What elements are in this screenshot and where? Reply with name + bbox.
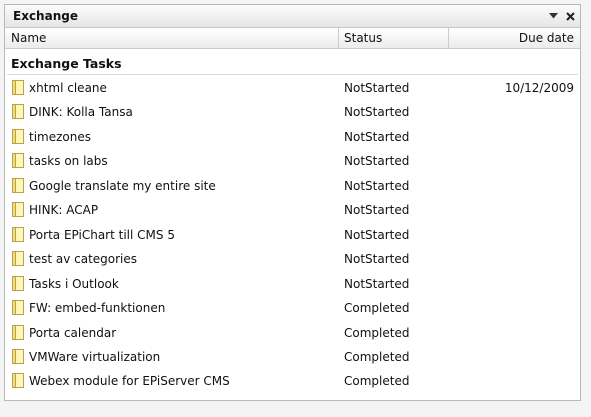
task-name: Google translate my entire site [29,178,216,193]
task-name: test av categories [29,252,138,267]
chevron-down-icon[interactable] [546,9,560,23]
task-status: Completed [344,349,410,364]
task-name: Porta EPiChart till CMS 5 [29,227,175,242]
task-status: NotStarted [344,252,410,267]
panel-title: Exchange [13,9,78,23]
table-row[interactable]: timezones NotStarted [5,125,580,149]
task-icon [12,153,24,171]
task-name: DINK: Kolla Tansa [29,105,133,120]
task-status: NotStarted [344,154,410,169]
table-row[interactable]: VMWare virtualization Completed [5,345,580,369]
task-icon [12,80,24,98]
task-due-date: 10/12/2009 [504,81,574,95]
task-status: Completed [344,325,410,340]
task-icon [12,373,24,391]
table-row[interactable]: Webex module for EPiServer CMS Completed [5,369,580,393]
group-divider [7,74,578,75]
title-bar: Exchange [5,5,580,28]
task-icon [12,128,24,147]
column-name-header[interactable]: Name [11,31,46,45]
task-icon [12,275,24,294]
table-row[interactable]: Tasks i Outlook NotStarted [5,272,580,296]
task-status: NotStarted [344,81,410,95]
task-name: Webex module for EPiServer CMS [29,374,230,389]
task-name: xhtml cleane [29,81,107,95]
task-icon [12,202,24,220]
task-icon [12,300,24,318]
task-status: NotStarted [344,129,410,144]
task-status: Completed [344,374,410,389]
task-status: NotStarted [344,276,410,291]
task-name: Tasks i Outlook [29,276,119,291]
table-row[interactable]: Porta EPiChart till CMS 5 NotStarted [5,223,580,247]
task-status: NotStarted [344,105,410,120]
column-status-header[interactable]: Status [344,31,382,45]
column-due-header[interactable]: Due date [519,31,574,45]
table-row[interactable]: xhtml cleane NotStarted 10/12/2009 [5,76,580,100]
task-name: Porta calendar [29,325,117,340]
table-row[interactable]: DINK: Kolla Tansa NotStarted [5,100,580,124]
task-status: NotStarted [344,227,410,242]
task-name: HINK: ACAP [29,203,99,218]
table-row[interactable]: test av categories NotStarted [5,247,580,271]
task-name: tasks on labs [29,154,108,169]
close-icon[interactable] [563,9,577,23]
column-header: Name Status Due date [5,28,580,49]
table-row[interactable]: Porta calendar Completed [5,321,580,345]
task-icon [12,104,24,122]
task-name: timezones [29,129,91,144]
table-row[interactable]: HINK: ACAP NotStarted [5,198,580,222]
table-row[interactable]: Google translate my entire site NotStarte… [5,174,580,198]
task-name: FW: embed-funktionen [29,301,166,316]
task-icon [12,177,24,196]
task-status: Completed [344,301,410,316]
task-status: NotStarted [344,203,410,218]
task-icon [12,324,24,343]
task-status: NotStarted [344,178,410,193]
exchange-panel: Exchange Name Status Due date Exchange T… [4,4,581,401]
task-icon [12,348,24,367]
task-icon [12,226,24,245]
column-separator[interactable] [338,28,339,48]
task-name: VMWare virtualization [29,349,161,364]
column-separator[interactable] [448,28,449,48]
group-header: Exchange Tasks [11,56,122,71]
table-row[interactable]: FW: embed-funktionen Completed [5,296,580,320]
task-icon [12,251,24,269]
table-row[interactable]: tasks on labs NotStarted [5,149,580,173]
